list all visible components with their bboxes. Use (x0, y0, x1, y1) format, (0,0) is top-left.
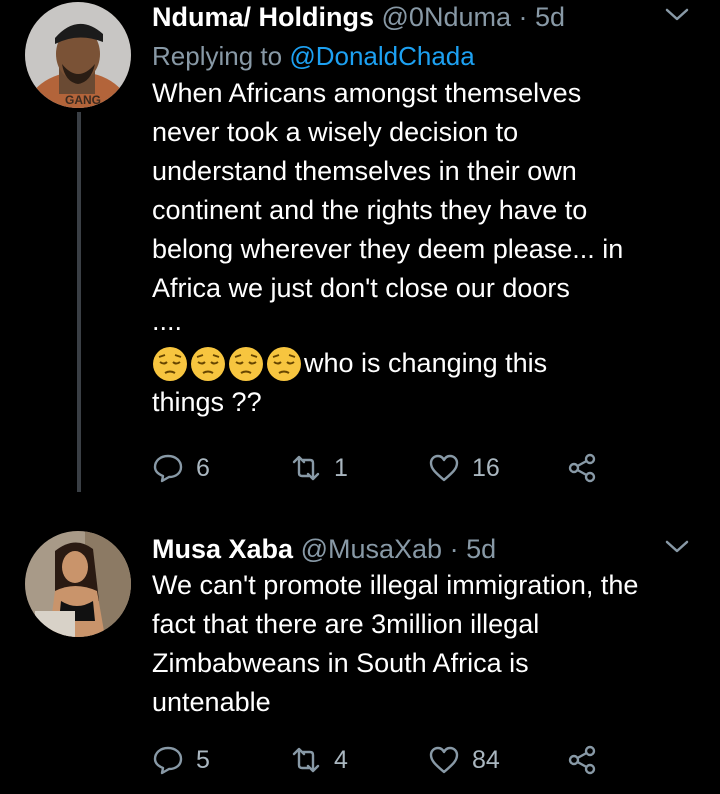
retweet-icon (292, 455, 320, 481)
tweet-actions: 5 4 84 (152, 744, 598, 776)
tweet-text: When Africans amongst themselves never t… (152, 74, 690, 422)
text-line: fact that there are 3million illegal (152, 609, 540, 639)
text-line: .... (152, 306, 183, 336)
text-line: Zimbabweans in South Africa is (152, 648, 529, 678)
pensive-face-icon (191, 346, 225, 381)
avatar[interactable]: GANG (25, 2, 131, 108)
text-line: continent and the rights they have to (152, 195, 588, 225)
emoji-line: who is changing this (152, 344, 690, 383)
tweet-actions: 6 1 16 (152, 452, 598, 484)
share-button[interactable] (566, 744, 598, 776)
display-name[interactable]: Nduma/ Holdings (152, 2, 374, 32)
like-count: 84 (472, 745, 500, 774)
replying-to: Replying to @DonaldChada (152, 38, 690, 74)
display-name[interactable]: Musa Xaba (152, 534, 293, 564)
text-line: never took a wisely decision to (152, 117, 519, 147)
pensive-face-icon (267, 346, 301, 381)
tweet[interactable]: GANG Nduma/ Holdings @0Nduma · 5d Replyi… (0, 0, 720, 505)
text-line: belong wherever they deem please... in (152, 234, 624, 264)
tweet-text: We can't promote illegal immigration, th… (152, 566, 690, 722)
reply-button[interactable]: 5 (152, 744, 290, 776)
reply-icon (153, 454, 183, 483)
retweet-button[interactable]: 4 (290, 744, 428, 776)
timestamp[interactable]: 5d (466, 534, 496, 564)
timestamp[interactable]: 5d (535, 2, 565, 32)
reply-icon (153, 746, 183, 775)
text-line: Africa we just don't close our doors (152, 273, 570, 303)
reply-count: 5 (196, 745, 210, 774)
text-line: who is changing this (304, 348, 548, 378)
text-line: When Africans amongst themselves (152, 78, 582, 108)
pensive-face-icon (229, 346, 263, 381)
like-button[interactable]: 16 (428, 452, 566, 484)
share-button[interactable] (566, 452, 598, 484)
chevron-down-icon[interactable] (664, 536, 690, 556)
avatar[interactable] (25, 531, 131, 637)
retweet-button[interactable]: 1 (290, 452, 428, 484)
retweet-count: 4 (334, 745, 348, 774)
mention-link[interactable]: @DonaldChada (289, 41, 474, 71)
text-line: untenable (152, 687, 271, 717)
reply-count: 6 (196, 453, 210, 482)
like-button[interactable]: 84 (428, 744, 566, 776)
chevron-down-icon[interactable] (664, 4, 690, 24)
text-line: things ?? (152, 387, 262, 417)
user-handle[interactable]: @MusaXab (301, 534, 442, 564)
replying-to-label: Replying to (152, 41, 283, 71)
tweet-header: Musa Xaba @MusaXab · 5d (152, 532, 690, 566)
svg-text:GANG: GANG (65, 93, 101, 107)
retweet-icon (292, 747, 320, 773)
share-icon (568, 453, 596, 483)
thread-line (77, 112, 81, 492)
user-handle[interactable]: @0Nduma (382, 2, 511, 32)
tweet[interactable]: Musa Xaba @MusaXab · 5d We can't promote… (0, 520, 720, 794)
text-line: understand themselves in their own (152, 156, 577, 186)
pensive-face-icon (153, 346, 187, 381)
share-icon (568, 745, 596, 775)
heart-icon (429, 746, 459, 774)
text-line: We can't promote illegal immigration, th… (152, 570, 639, 600)
retweet-count: 1 (334, 453, 348, 482)
tweet-header: Nduma/ Holdings @0Nduma · 5d (152, 0, 690, 34)
separator-dot: · (449, 534, 459, 564)
heart-icon (429, 454, 459, 482)
like-count: 16 (472, 453, 500, 482)
reply-button[interactable]: 6 (152, 452, 290, 484)
separator-dot: · (518, 2, 528, 32)
